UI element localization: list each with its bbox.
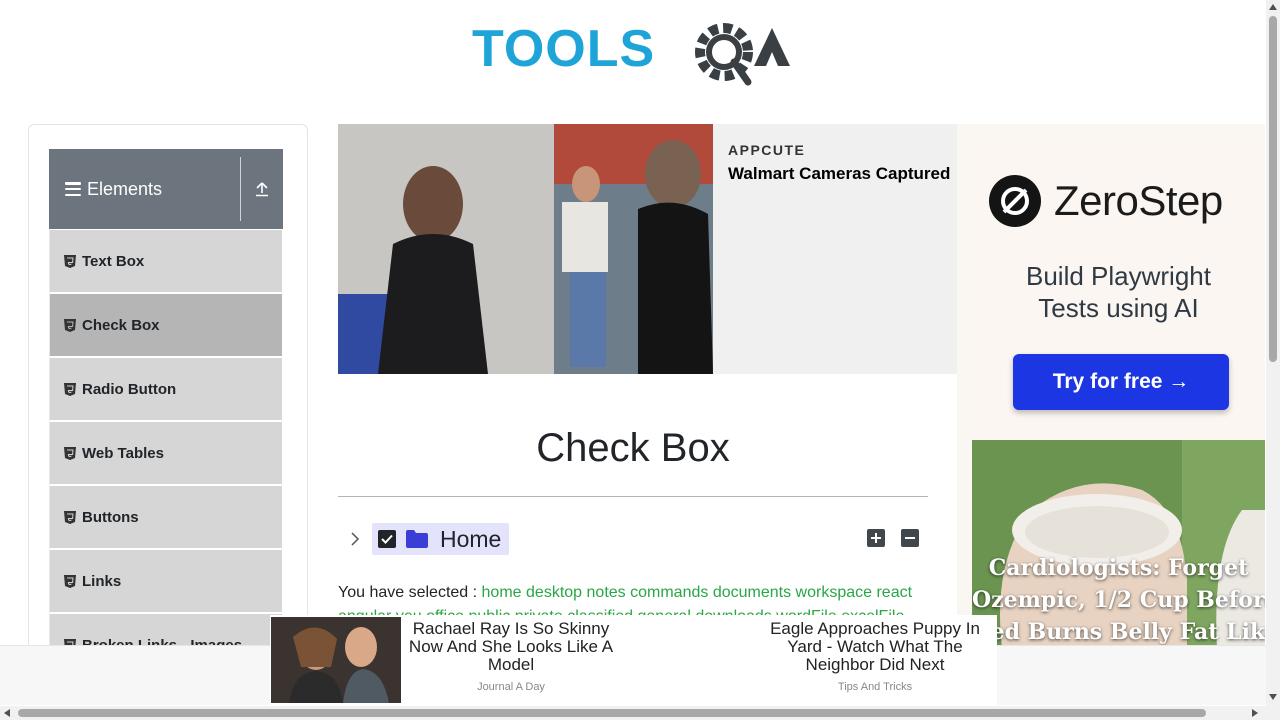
tree-node-home: Home <box>338 522 510 556</box>
tagline-line: Tests using AI <box>1038 293 1199 323</box>
upload-icon <box>256 182 268 197</box>
try-for-free-button[interactable]: Try for free → <box>1013 354 1229 410</box>
bottom-advertisement[interactable]: Rachael Ray Is So Skinny Now And She Loo… <box>270 615 997 705</box>
scroll-arrow-icon[interactable] <box>4 709 10 717</box>
cardio-headline[interactable]: Cardiologists: Forget Ozempic, 1/2 Cup B… <box>972 552 1265 648</box>
sidebar-item-label: Radio Button <box>82 380 177 398</box>
hamburger-icon <box>65 182 81 196</box>
zerostep-logo-icon <box>989 175 1041 227</box>
html5-icon <box>64 254 76 268</box>
group-title: Elements <box>87 178 163 199</box>
page: TOOLS Elements Text Box Check Box Radio … <box>0 0 1280 720</box>
sidebar-item-label: Buttons <box>82 508 139 526</box>
title-divider <box>338 496 928 497</box>
minus-icon <box>905 537 915 539</box>
selected-item: commands <box>630 584 709 601</box>
scroll-arrow-icon[interactable] <box>1252 709 1258 717</box>
elements-group-header[interactable]: Elements <box>49 149 283 229</box>
sidebar-item-label: Check Box <box>82 316 160 334</box>
page-title: Check Box <box>536 426 730 470</box>
sidebar-item-label: Web Tables <box>82 444 164 462</box>
ad-photo <box>338 124 713 374</box>
cardio-ad[interactable]: Cardiologists: Forget Ozempic, 1/2 Cup B… <box>972 440 1265 648</box>
sidebar: Elements Text Box Check Box Radio Button… <box>28 124 308 684</box>
sidebar-item-label: Text Box <box>82 252 145 270</box>
sidebar-item-buttons[interactable]: Buttons <box>49 485 283 549</box>
sidebar-item-label: Links <box>82 572 122 590</box>
toolsqa-logo[interactable]: TOOLS <box>472 14 798 92</box>
selected-item: home <box>481 584 522 601</box>
ad-headline[interactable]: Walmart Cameras Captured <box>728 164 950 184</box>
bottom-ad-left-source: Journal A Day <box>477 681 545 693</box>
headline-line: Bed Burns Belly Fat Like <box>972 619 1265 645</box>
expand-all-button[interactable] <box>867 529 885 547</box>
plus-icon <box>871 533 881 543</box>
elements-menu: Text Box Check Box Radio Button Web Tabl… <box>49 229 283 677</box>
zerostep-ad[interactable]: ZeroStep Build Playwright Tests using AI… <box>972 138 1265 440</box>
scroll-arrow-icon[interactable] <box>1269 694 1277 700</box>
sidebar-item-text-box[interactable]: Text Box <box>49 229 283 293</box>
right-advertisement[interactable]: ZeroStep Build Playwright Tests using AI… <box>957 124 1265 648</box>
selected-item: documents <box>712 584 792 601</box>
tree-node-label[interactable]: Home <box>372 523 510 555</box>
html5-icon <box>64 574 76 588</box>
bottom-ad-left-headline[interactable]: Rachael Ray Is So Skinny Now And She Loo… <box>402 620 620 674</box>
headline-line: Cardiologists: Forget <box>988 555 1249 581</box>
collapse-all-button[interactable] <box>901 529 919 547</box>
bottom-ad-right-headline[interactable]: Eagle Approaches Puppy In Yard - Watch W… <box>760 620 990 674</box>
chevron-right-icon <box>351 532 360 546</box>
checkbox-checked-icon[interactable] <box>378 530 396 548</box>
zerostep-brand: ZeroStep <box>988 174 1223 228</box>
horizontal-scroll-thumb[interactable] <box>18 709 1206 717</box>
collapse-group-button[interactable] <box>241 149 283 229</box>
vertical-scroll-thumb[interactable] <box>1269 16 1277 362</box>
scroll-arrow-icon[interactable] <box>1269 4 1277 10</box>
sidebar-item-radio-button[interactable]: Radio Button <box>49 357 283 421</box>
ad-source: APPCUTE <box>728 142 806 158</box>
result-label: You have selected : <box>338 584 478 601</box>
tagline-line: Build Playwright <box>1026 261 1211 291</box>
bottom-ad-right-source: Tips And Tricks <box>837 681 913 693</box>
vertical-scrollbar[interactable] <box>1266 0 1280 706</box>
html5-icon <box>64 510 76 524</box>
zerostep-tagline: Build Playwright Tests using AI <box>972 260 1265 324</box>
folder-icon <box>406 530 428 548</box>
horizontal-scrollbar[interactable] <box>0 706 1280 720</box>
sidebar-item-web-tables[interactable]: Web Tables <box>49 421 283 485</box>
tree-node-title: Home <box>440 525 502 552</box>
sidebar-item-check-box[interactable]: Check Box <box>49 293 283 357</box>
zerostep-name: ZeroStep <box>1054 177 1223 224</box>
html5-icon <box>64 318 76 332</box>
selected-item: desktop <box>526 584 583 601</box>
selected-item: workspace <box>795 584 873 601</box>
headline-line: Ozempic, 1/2 Cup Before <box>972 587 1265 613</box>
expand-toggle-button[interactable] <box>338 522 372 556</box>
html5-icon <box>64 446 76 460</box>
selected-item: react <box>876 584 913 601</box>
tree-actions <box>867 529 919 547</box>
svg-text:TOOLS: TOOLS <box>472 20 655 78</box>
sidebar-item-links[interactable]: Links <box>49 549 283 613</box>
top-advertisement[interactable]: APPCUTE Walmart Cameras Captured <box>338 124 958 374</box>
html5-icon <box>64 382 76 396</box>
selected-item: notes <box>586 584 626 601</box>
bottom-ad-thumbnail[interactable] <box>271 617 401 703</box>
